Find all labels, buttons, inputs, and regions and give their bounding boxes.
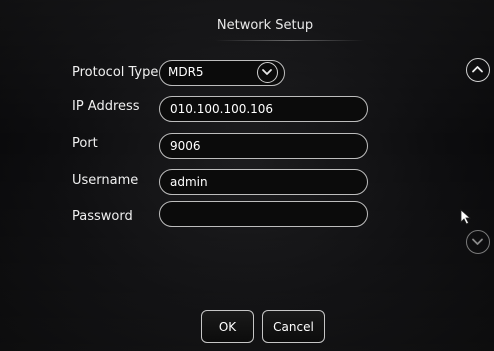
cancel-button[interactable]: Cancel xyxy=(262,310,325,343)
scroll-up-button[interactable] xyxy=(466,58,490,82)
ip-address-field[interactable] xyxy=(159,96,368,122)
password-label: Password xyxy=(72,209,133,224)
username-field[interactable] xyxy=(159,169,368,195)
port-field[interactable] xyxy=(159,133,368,159)
network-setup-screen: Network Setup Protocol Type MDR5 IP Addr… xyxy=(0,0,494,351)
ip-address-label: IP Address xyxy=(72,99,140,114)
chevron-up-icon xyxy=(472,66,483,73)
title-divider xyxy=(215,40,365,41)
protocol-type-select[interactable]: MDR5 xyxy=(159,60,285,86)
username-label: Username xyxy=(72,173,139,188)
scroll-down-button[interactable] xyxy=(466,230,490,254)
protocol-type-value: MDR5 xyxy=(168,65,204,79)
mouse-pointer-icon xyxy=(460,209,472,225)
port-label: Port xyxy=(72,136,98,151)
protocol-type-label: Protocol Type xyxy=(72,65,159,80)
ok-button[interactable]: OK xyxy=(201,310,254,343)
chevron-down-icon[interactable] xyxy=(257,62,278,83)
chevron-down-icon xyxy=(472,238,483,245)
password-field[interactable] xyxy=(159,201,368,227)
dialog-title: Network Setup xyxy=(216,18,314,33)
